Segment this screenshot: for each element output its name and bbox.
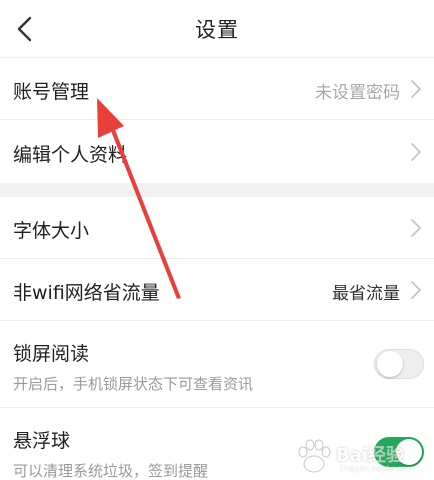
floating-ball-label: 悬浮球 (13, 430, 71, 452)
floating-ball-description: 可以清理系统垃圾，签到提醒 (13, 462, 209, 480)
account-status: 未设置密码 (315, 83, 400, 103)
watermark: Bai经验 jingyan.baidu.com (294, 438, 414, 478)
data-saver-label: 非wifi网络省流量 (13, 282, 160, 304)
settings-row-profile[interactable]: 编辑个人资料 (0, 120, 434, 183)
chevron-right-icon (411, 219, 421, 237)
top-bar: 设置 (0, 0, 434, 58)
toggle-knob (377, 351, 403, 377)
chevron-right-icon (411, 80, 421, 98)
lockscreen-reading-toggle[interactable] (374, 349, 424, 379)
chevron-right-icon (411, 143, 421, 161)
settings-screen: 设置 账号管理 未设置密码 编辑个人资料 字体大小 非wifi网络省流量 最省流… (0, 0, 434, 480)
section-divider (0, 183, 434, 197)
page-title: 设置 (195, 18, 239, 42)
lockscreen-reading-description: 开启后，手机锁屏状态下可查看资讯 (13, 375, 254, 393)
data-saver-value: 最省流量 (332, 284, 400, 304)
chevron-right-icon (411, 281, 421, 299)
settings-row-account[interactable]: 账号管理 未设置密码 (0, 58, 434, 120)
settings-row-lockscreen-reading: 锁屏阅读 开启后，手机锁屏状态下可查看资讯 (0, 321, 434, 408)
settings-row-font-size[interactable]: 字体大小 (0, 197, 434, 259)
account-label: 账号管理 (13, 81, 90, 103)
watermark-subtext: jingyan.baidu.com (340, 464, 414, 473)
font-size-label: 字体大小 (13, 220, 90, 242)
lockscreen-reading-label: 锁屏阅读 (13, 343, 90, 365)
profile-label: 编辑个人资料 (13, 144, 128, 166)
paw-icon (298, 439, 331, 473)
settings-row-data-saver[interactable]: 非wifi网络省流量 最省流量 (0, 259, 434, 321)
